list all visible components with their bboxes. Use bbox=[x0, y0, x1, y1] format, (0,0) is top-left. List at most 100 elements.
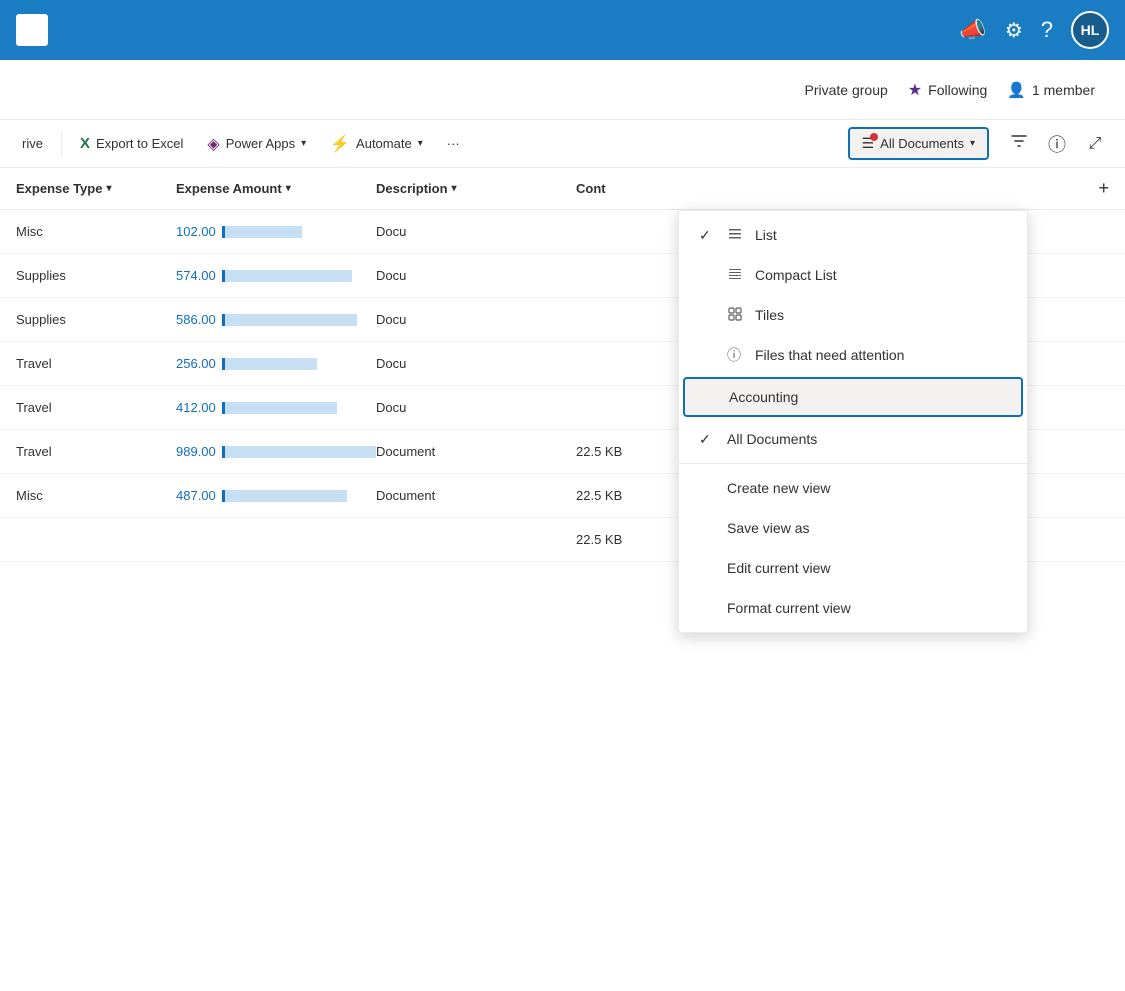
power-apps-icon: ◈ bbox=[207, 134, 219, 154]
help-icon[interactable]: ? bbox=[1041, 17, 1053, 43]
more-button[interactable]: ··· bbox=[437, 130, 470, 157]
menu-divider bbox=[679, 463, 1027, 464]
all-documents-button[interactable]: ☰ All Documents ▾ bbox=[848, 127, 989, 160]
toolbar-separator-1 bbox=[61, 132, 62, 156]
star-icon: ★ bbox=[908, 80, 922, 100]
user-avatar[interactable]: HL bbox=[1071, 11, 1109, 49]
menu-item-create-new-view[interactable]: ✓ Create new view bbox=[679, 468, 1027, 508]
expense-type-chevron: ▾ bbox=[106, 183, 111, 194]
tiles-icon bbox=[727, 306, 743, 325]
menu-item-compact-list-label: Compact List bbox=[755, 267, 1007, 283]
megaphone-icon[interactable]: 📣 bbox=[959, 17, 986, 43]
info-icon: ⓘ bbox=[1048, 131, 1066, 157]
cell-expense-amount: 574.00 bbox=[176, 268, 376, 283]
top-bar-right: 📣 ⚙ ? HL bbox=[959, 11, 1109, 49]
cell-expense-type: Supplies bbox=[16, 312, 176, 327]
all-documents-chevron: ▾ bbox=[970, 138, 975, 149]
col-header-expense-amount[interactable]: Expense Amount ▾ bbox=[176, 181, 376, 196]
amount-bar bbox=[222, 314, 357, 326]
private-group-label: Private group bbox=[805, 82, 888, 98]
sub-header: Private group ★ Following 👤 1 member bbox=[0, 60, 1125, 120]
menu-item-accounting[interactable]: ✓ Accounting bbox=[683, 377, 1023, 417]
description-chevron: ▾ bbox=[452, 183, 457, 194]
cell-expense-type: Travel bbox=[16, 356, 176, 371]
cell-description: Document bbox=[376, 488, 576, 503]
cell-expense-amount: 586.00 bbox=[176, 312, 376, 327]
menu-item-tiles-label: Tiles bbox=[755, 307, 1007, 323]
table-header: Expense Type ▾ Expense Amount ▾ Descript… bbox=[0, 168, 1125, 210]
main-content: Expense Type ▾ Expense Amount ▾ Descript… bbox=[0, 168, 1125, 991]
menu-item-files-attention-label: Files that need attention bbox=[755, 347, 1007, 363]
settings-icon[interactable]: ⚙ bbox=[1005, 18, 1023, 43]
member-count: 1 member bbox=[1032, 82, 1095, 98]
menu-item-format-current-view[interactable]: ✓ Format current view bbox=[679, 588, 1027, 628]
automate-label: Automate bbox=[356, 136, 412, 151]
amount-bar bbox=[222, 490, 347, 502]
export-excel-button[interactable]: X Export to Excel bbox=[70, 129, 193, 158]
filter-button[interactable] bbox=[1001, 126, 1037, 162]
excel-icon: X bbox=[80, 135, 90, 152]
menu-item-edit-current-view[interactable]: ✓ Edit current view bbox=[679, 548, 1027, 588]
cell-expense-amount: 256.00 bbox=[176, 356, 376, 371]
person-icon: 👤 bbox=[1007, 81, 1026, 99]
col-header-expense-type[interactable]: Expense Type ▾ bbox=[16, 181, 176, 196]
cell-expense-amount: 487.00 bbox=[176, 488, 376, 503]
power-apps-chevron: ▾ bbox=[301, 138, 306, 149]
amount-bar bbox=[222, 358, 317, 370]
menu-item-compact-list[interactable]: ✓ Compact List bbox=[679, 255, 1027, 295]
compact-list-icon bbox=[727, 266, 743, 285]
filter-icon bbox=[1010, 132, 1028, 155]
cell-expense-type: Travel bbox=[16, 444, 176, 459]
expand-button[interactable]: ⤢ bbox=[1077, 126, 1113, 162]
following-item[interactable]: ★ Following bbox=[908, 80, 987, 100]
automate-button[interactable]: ⚡ Automate ▾ bbox=[320, 128, 433, 160]
amount-bar bbox=[222, 226, 302, 238]
menu-item-files-attention[interactable]: ✓ ⓘ Files that need attention bbox=[679, 335, 1027, 375]
power-apps-label: Power Apps bbox=[226, 136, 295, 151]
power-apps-button[interactable]: ◈ Power Apps ▾ bbox=[197, 128, 316, 160]
col-header-description[interactable]: Description ▾ bbox=[376, 181, 576, 196]
menu-item-all-documents[interactable]: ✓ All Documents bbox=[679, 419, 1027, 459]
menu-item-tiles[interactable]: ✓ Tiles bbox=[679, 295, 1027, 335]
attention-icon: ⓘ bbox=[727, 345, 743, 365]
onedrive-label: rive bbox=[22, 136, 43, 151]
cell-expense-type: Misc bbox=[16, 224, 176, 239]
cell-expense-amount: 102.00 bbox=[176, 224, 376, 239]
top-bar-left bbox=[16, 14, 48, 46]
cell-description: Docu bbox=[376, 224, 576, 239]
cell-description: Document bbox=[376, 444, 576, 459]
menu-item-save-view-as-label: Save view as bbox=[727, 520, 1007, 536]
top-navigation-bar: 📣 ⚙ ? HL bbox=[0, 0, 1125, 60]
cell-description: Docu bbox=[376, 268, 576, 283]
toolbar-right-icons: ⓘ ⤢ bbox=[1001, 126, 1113, 162]
all-documents-label: All Documents bbox=[880, 136, 964, 151]
menu-item-create-new-view-label: Create new view bbox=[727, 480, 1007, 496]
export-excel-label: Export to Excel bbox=[96, 136, 183, 151]
check-icon: ✓ bbox=[699, 227, 715, 244]
menu-item-all-documents-label: All Documents bbox=[727, 431, 1007, 447]
cell-description: Docu bbox=[376, 356, 576, 371]
cell-expense-type: Supplies bbox=[16, 268, 176, 283]
cell-expense-amount: 412.00 bbox=[176, 400, 376, 415]
toolbar: rive X Export to Excel ◈ Power Apps ▾ ⚡ … bbox=[0, 120, 1125, 168]
expense-amount-chevron: ▾ bbox=[286, 183, 291, 194]
cell-description: Docu bbox=[376, 400, 576, 415]
amount-bar bbox=[222, 270, 352, 282]
member-count-item: 👤 1 member bbox=[1007, 81, 1095, 99]
cell-expense-type: Misc bbox=[16, 488, 176, 503]
menu-item-save-view-as[interactable]: ✓ Save view as bbox=[679, 508, 1027, 548]
cell-description: Docu bbox=[376, 312, 576, 327]
menu-item-edit-current-view-label: Edit current view bbox=[727, 560, 1007, 576]
automate-chevron: ▾ bbox=[418, 138, 423, 149]
onedrive-button[interactable]: rive bbox=[12, 130, 53, 157]
menu-item-accounting-label: Accounting bbox=[729, 389, 1005, 405]
menu-item-list[interactable]: ✓ List bbox=[679, 215, 1027, 255]
info-button[interactable]: ⓘ bbox=[1039, 126, 1075, 162]
col-header-cont[interactable]: Cont bbox=[576, 181, 776, 196]
cell-expense-type: Travel bbox=[16, 400, 176, 415]
menu-item-list-label: List bbox=[755, 227, 1007, 243]
view-dropdown-menu: ✓ List ✓ Compact List bbox=[678, 210, 1028, 633]
list-icon bbox=[727, 226, 743, 245]
add-column-button[interactable]: + bbox=[1098, 178, 1109, 199]
app-icon[interactable] bbox=[16, 14, 48, 46]
